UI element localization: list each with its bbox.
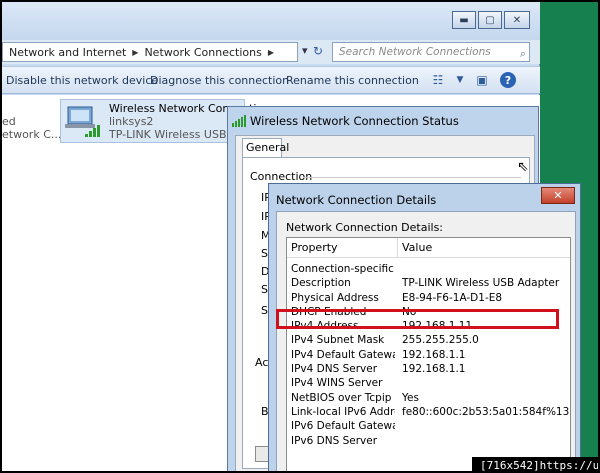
table-rows: Connection-specific DN... Description TP-… [287,262,570,448]
wireless-adapter-icon [65,106,100,137]
close-button[interactable]: ✕ [504,11,530,29]
table-row[interactable]: NetBIOS over Tcpip En... Yes [287,391,570,405]
value-cell: E8-94-F6-1A-D1-E8 [402,291,503,304]
value-cell: Yes [402,391,419,404]
connection-item-wireless[interactable]: Wireless Network Connection linksys2 TP-… [60,99,270,143]
details-body: Network Connection Details: Property Val… [276,211,576,471]
property-cell: Description [291,277,351,290]
properties-table[interactable]: Property Value Connection-specific DN...… [286,237,571,471]
window-controls: ▬ ▢ ✕ [452,11,530,29]
search-icon[interactable]: ⌕ [520,45,526,63]
table-row[interactable]: IPv4 Subnet Mask 255.255.255.0 [287,333,570,347]
table-row[interactable]: IPv6 DNS Server [287,434,570,448]
disable-device-button[interactable]: Disable this network device [6,74,158,87]
property-cell: NetBIOS over Tcpip En... [291,391,395,404]
refresh-icon[interactable]: ↻ [313,44,323,58]
screen: ▬ ▢ ✕ Network and Internet ▶ Network Con… [0,0,600,473]
value-cell: 192.168.1.1 [402,348,466,361]
property-cell: IPv4 WINS Server [291,377,383,390]
property-cell: IPv6 DNS Server [291,434,378,447]
explorer-titlebar: ▬ ▢ ✕ [2,2,540,40]
group-divider [303,177,521,178]
signal-strength-icon [232,115,246,127]
table-row[interactable]: IPv4 Default Gateway 192.168.1.1 [287,348,570,362]
property-cell: Connection-specific DN... [291,263,395,275]
preview-pane-icon[interactable]: ▣ [474,72,490,88]
table-row[interactable]: IPv6 Default Gateway [287,419,570,433]
property-cell: IPv6 Default Gateway [291,420,395,433]
diagnose-connection-button[interactable]: Diagnose this connection [150,74,289,87]
address-bar: Network and Internet ▶ Network Connectio… [2,40,540,64]
breadcrumb-item-network-connections[interactable]: Network Connections [144,46,261,59]
value-cell: 255.255.255.0 [402,334,479,347]
property-cell: Link-local IPv6 Address [291,405,395,418]
mouse-cursor-icon: ⇖ [517,159,529,175]
view-controls: ☷ ▼ ▣ ? [430,72,516,88]
details-label: Network Connection Details: [286,221,444,234]
search-input[interactable]: Search Network Connections ⌕ [332,42,530,62]
ipv4-highlight-box [276,309,559,329]
chevron-down-icon[interactable]: ▾ [302,44,308,57]
dialog-close-button[interactable]: ✕ [541,187,575,204]
table-row[interactable]: IPv4 DNS Server 192.168.1.1 [287,362,570,376]
property-cell: IPv4 DNS Server [291,363,378,376]
column-header-property[interactable]: Property [287,238,398,258]
chevron-down-icon[interactable]: ▼ [456,72,464,88]
rename-connection-button[interactable]: Rename this connection [286,74,419,87]
value-cell: 192.168.1.1 [402,363,466,376]
property-cell: Physical Address [291,291,379,304]
truncated-item-text: ed [2,115,16,128]
minimize-button[interactable]: ▬ [452,11,476,29]
tab-general[interactable]: General [242,138,289,158]
command-bar: Disable this network device Diagnose thi… [2,66,540,94]
chevron-right-icon[interactable]: ▶ [268,48,274,57]
search-placeholder: Search Network Connections [339,46,491,58]
table-row[interactable]: Connection-specific DN... [287,262,570,276]
breadcrumb-item-network-internet[interactable]: Network and Internet [9,46,126,59]
table-row[interactable]: IPv4 WINS Server [287,376,570,390]
maximize-button[interactable]: ▢ [478,11,502,29]
value-cell: TP-LINK Wireless USB Adapter [402,277,560,290]
details-dialog-title: Network Connection Details [276,193,437,207]
chevron-right-icon[interactable]: ▶ [132,48,138,57]
watermark: [716x542]https://upic.me/ [472,457,598,471]
connection-ssid: linksys2 [109,115,154,128]
status-window-title: Wireless Network Connection Status [250,114,459,128]
table-row[interactable]: Physical Address E8-94-F6-1A-D1-E8 [287,291,570,305]
property-cell: IPv4 Subnet Mask [291,334,385,347]
breadcrumb[interactable]: Network and Internet ▶ Network Connectio… [2,42,298,62]
truncated-item-text: etwork C... [2,128,62,141]
value-cell: fe80::600c:2b53:5a01:584f%13 [402,405,570,418]
views-icon[interactable]: ☷ [430,72,446,88]
property-cell: IPv4 Default Gateway [291,348,395,361]
help-icon[interactable]: ? [500,72,516,88]
table-row[interactable]: Link-local IPv6 Address fe80::600c:2b53:5… [287,405,570,419]
column-header-value[interactable]: Value [398,238,570,258]
table-row[interactable]: Description TP-LINK Wireless USB Adapter [287,276,570,290]
